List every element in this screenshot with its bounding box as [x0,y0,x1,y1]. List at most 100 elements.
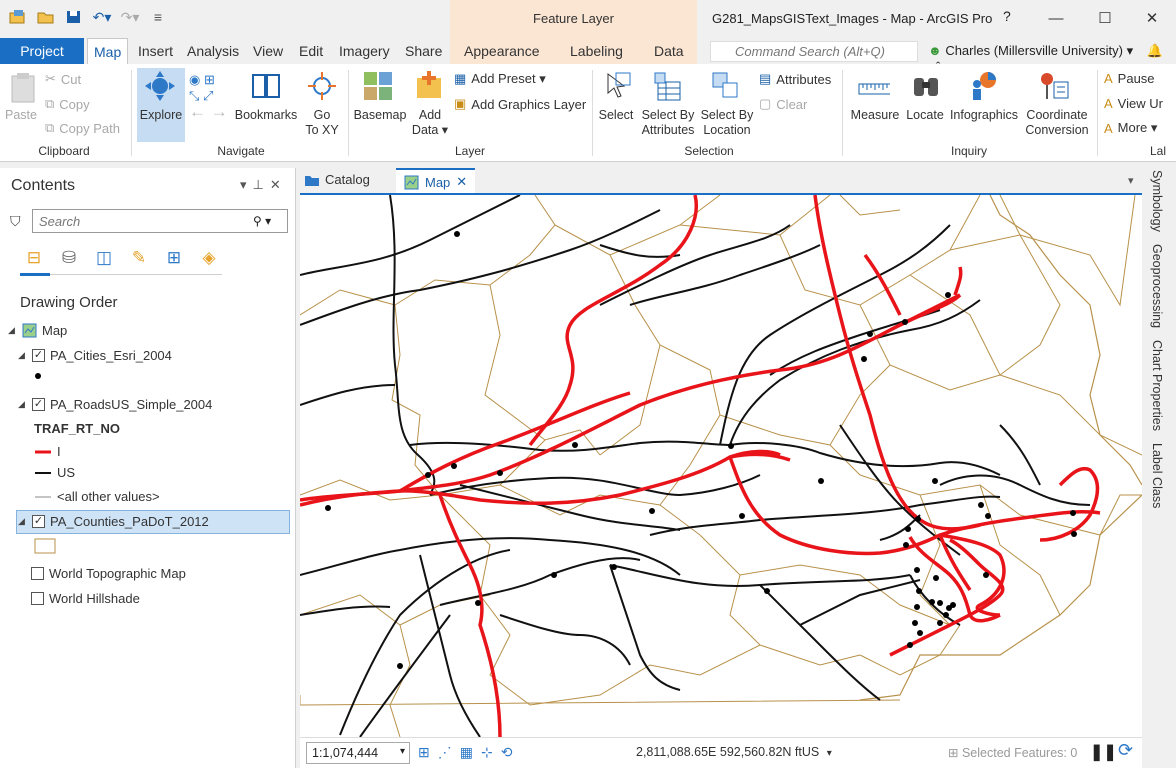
tab-project[interactable]: Project [0,38,84,64]
open-project-icon[interactable] [36,8,56,26]
minimize-button[interactable]: — [1041,6,1071,30]
symbology-pane-tab[interactable]: Symbology [1150,170,1164,232]
tab-view[interactable]: View [247,38,289,64]
close-button[interactable]: ✕ [1137,6,1167,30]
grid-icon[interactable]: ▦ [460,744,473,761]
coordinate-readout[interactable]: 2,811,088.65E 592,560.82N ftUS ▾ [636,745,832,759]
add-preset-button[interactable]: ▦ Add Preset ▾ [454,71,546,87]
infographics-button[interactable]: Infographics [946,108,1022,123]
collapse-triangle-icon[interactable]: ◢ [18,399,27,410]
maximize-button[interactable]: ☐ [1090,6,1120,30]
filter-icon[interactable]: ⛉ [10,213,21,230]
tab-map-view[interactable]: Map ✕ [396,168,476,194]
correction-icon[interactable]: ⟲ [501,744,513,761]
more-labeling-button[interactable]: A More ▾ [1104,120,1157,136]
view-unplaced-button[interactable]: A View Ur [1104,96,1163,111]
scale-selector[interactable]: 1:1,074,444 ▾ [306,742,410,764]
layer-item-world-hillshade[interactable]: World Hillshade [31,591,140,606]
geoprocessing-pane-tab[interactable]: Geoprocessing [1150,244,1164,328]
save-project-icon[interactable] [64,8,84,26]
full-extent-icon[interactable]: ◉ ⊞ [189,72,215,87]
map-node[interactable]: ◢ Map [8,323,67,338]
tab-analysis[interactable]: Analysis [181,38,245,64]
layer-visibility-checkbox[interactable]: ✓ [32,515,45,528]
tab-map[interactable]: Map [87,38,129,65]
refresh-icon[interactable]: ⟳ [1118,740,1133,761]
tab-overflow-icon[interactable]: ▾ [1128,174,1134,187]
measure-button[interactable]: Measure [848,108,902,123]
help-button[interactable]: ? [1003,8,1011,24]
labeling-view-icon[interactable]: ◈ [197,246,221,270]
snapping-icon[interactable]: ⋰ [438,744,452,761]
tab-edit[interactable]: Edit [293,38,329,64]
selected-features-count[interactable]: ⊞ Selected Features: 0 [948,745,1077,760]
select-button[interactable]: Select [596,108,636,123]
layer-item-cities[interactable]: ◢ ✓ PA_Cities_Esri_2004 [18,348,172,363]
explore-button[interactable]: Explore [137,108,185,123]
collapse-triangle-icon[interactable]: ◢ [8,325,17,336]
locate-button[interactable]: Locate [903,108,947,123]
goto-xy-button[interactable]: Go To XY [300,108,344,138]
coordinate-conversion-button[interactable]: Coordinate Conversion [1022,108,1092,138]
undo-icon[interactable]: ↶▾ [92,8,112,26]
pin-icon[interactable]: ⊥ [253,177,270,192]
search-icon[interactable]: ⚲ ▾ [253,214,271,228]
data-source-icon[interactable]: ⛁ [57,246,81,270]
pane-controls[interactable]: ▾⊥✕ [240,177,287,193]
pause-drawing-icon[interactable]: ❚❚ [1090,742,1117,762]
new-project-icon[interactable] [8,8,28,26]
tab-imagery[interactable]: Imagery [333,38,396,64]
tab-insert[interactable]: Insert [132,38,179,64]
layer-item-roads[interactable]: ◢ ✓ PA_RoadsUS_Simple_2004 [18,397,212,412]
attributes-button[interactable]: ▤ Attributes [759,71,831,87]
snapping-view-icon[interactable]: ⊞ [162,246,186,270]
layer-visibility-checkbox[interactable] [31,567,44,580]
select-by-location-button[interactable]: Select By Location [698,108,756,138]
chart-properties-pane-tab[interactable]: Chart Properties [1150,340,1164,431]
close-tab-icon[interactable]: ✕ [456,174,467,190]
basemap-button[interactable]: Basemap [352,108,408,123]
layer-visibility-checkbox[interactable]: ✓ [32,398,45,411]
layer-item-world-topographic[interactable]: World Topographic Map [31,566,186,581]
copy-path-button[interactable]: ⧉ Copy Path [45,120,120,136]
label-class-pane-tab[interactable]: Label Class [1150,443,1164,508]
command-search-input[interactable]: Command Search (Alt+Q) [710,41,918,62]
drawing-order-icon[interactable]: ⊟ [22,246,46,270]
redo-icon[interactable]: ↷▾ [120,8,140,26]
bookmarks-button[interactable]: Bookmarks [233,108,299,123]
collapse-triangle-icon[interactable]: ◢ [18,350,27,361]
legend-item-other[interactable]: <all other values> [34,489,160,504]
layer-visibility-checkbox[interactable]: ✓ [32,349,45,362]
fixed-scale-icon[interactable]: ⊞ [418,744,430,761]
copy-button[interactable]: ⧉ Copy [45,96,90,112]
map-svg[interactable] [300,195,1142,737]
pane-options-icon[interactable]: ▾ [240,177,253,192]
cut-button[interactable]: ✂ Cut [45,71,81,87]
selection-view-icon[interactable]: ◫ [92,246,116,270]
legend-item-interstate[interactable]: I [34,444,61,459]
tab-appearance[interactable]: Appearance [458,38,546,64]
fixed-zoom-icon[interactable]: ⤡ ⤢ [189,88,213,103]
tab-labeling[interactable]: Labeling [564,38,629,64]
legend-item-us[interactable]: US [34,465,75,480]
select-by-attributes-button[interactable]: Select By Attributes [638,108,698,138]
navigate-small-tools[interactable]: ◉ ⊞ ⤡ ⤢ ← → [189,72,228,121]
editing-view-icon[interactable]: ✎ [127,246,151,270]
layer-visibility-checkbox[interactable] [31,592,44,605]
clear-selection-button[interactable]: ▢ Clear [759,96,807,112]
tab-catalog-view[interactable]: Catalog [304,172,370,187]
collapse-triangle-icon[interactable]: ◢ [18,516,27,527]
customize-qat-icon[interactable]: ≡ [148,8,168,26]
close-pane-icon[interactable]: ✕ [270,177,287,192]
add-data-button[interactable]: Add Data ▾ [410,108,450,138]
pause-labeling-button[interactable]: A Pause [1104,71,1155,86]
add-graphics-layer-button[interactable]: ▣ Add Graphics Layer [454,96,586,112]
map-canvas[interactable] [300,195,1142,737]
previous-next-extent-icon[interactable]: ← → [189,102,228,121]
notification-bell-icon[interactable]: 🔔 [1147,43,1163,58]
contents-search-input[interactable]: Search [32,209,288,233]
tab-share[interactable]: Share [399,38,448,64]
paste-button[interactable]: Paste [4,108,38,123]
tab-data[interactable]: Data [648,38,690,64]
layer-item-counties[interactable]: ◢ ✓ PA_Counties_PaDoT_2012 [18,514,209,529]
